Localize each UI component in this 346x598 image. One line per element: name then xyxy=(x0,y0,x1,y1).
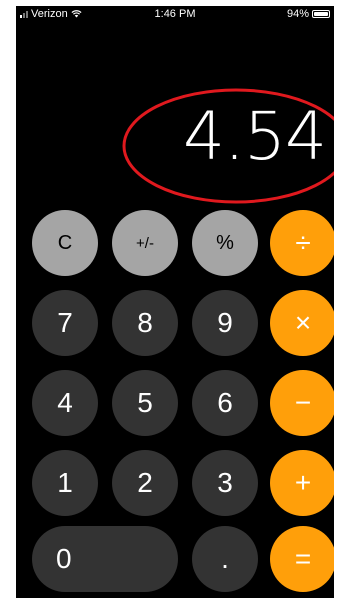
digit-9-button[interactable]: 9 xyxy=(192,290,258,356)
result-display: 4.54 xyxy=(183,98,327,175)
digit-4-button[interactable]: 4 xyxy=(32,370,98,436)
battery-icon xyxy=(312,10,330,18)
status-bar: Verizon 1:46 PM 94% xyxy=(16,6,334,28)
digit-3-button[interactable]: 3 xyxy=(192,450,258,516)
clear-button[interactable]: C xyxy=(32,210,98,276)
digit-6-button[interactable]: 6 xyxy=(192,370,258,436)
digit-5-button[interactable]: 5 xyxy=(112,370,178,436)
digit-2-button[interactable]: 2 xyxy=(112,450,178,516)
digit-0-button[interactable]: 0 xyxy=(32,526,178,592)
minus-button[interactable]: − xyxy=(270,370,334,436)
equals-button[interactable]: = xyxy=(270,526,334,592)
digit-7-button[interactable]: 7 xyxy=(32,290,98,356)
plus-minus-button[interactable]: +/- xyxy=(112,210,178,276)
divide-button[interactable]: ÷ xyxy=(270,210,334,276)
decimal-button[interactable]: . xyxy=(192,526,258,592)
plus-minus-label: +/- xyxy=(136,234,154,252)
digit-8-button[interactable]: 8 xyxy=(112,290,178,356)
multiply-button[interactable]: × xyxy=(270,290,334,356)
percent-button[interactable]: % xyxy=(192,210,258,276)
digit-1-button[interactable]: 1 xyxy=(32,450,98,516)
plus-button[interactable]: + xyxy=(270,450,334,516)
battery-percent: 94% xyxy=(286,8,309,20)
status-right: 94% xyxy=(287,8,330,20)
calculator-app: Verizon 1:46 PM 94% 4.54 C +/- % ÷ 7 8 9… xyxy=(16,6,334,598)
